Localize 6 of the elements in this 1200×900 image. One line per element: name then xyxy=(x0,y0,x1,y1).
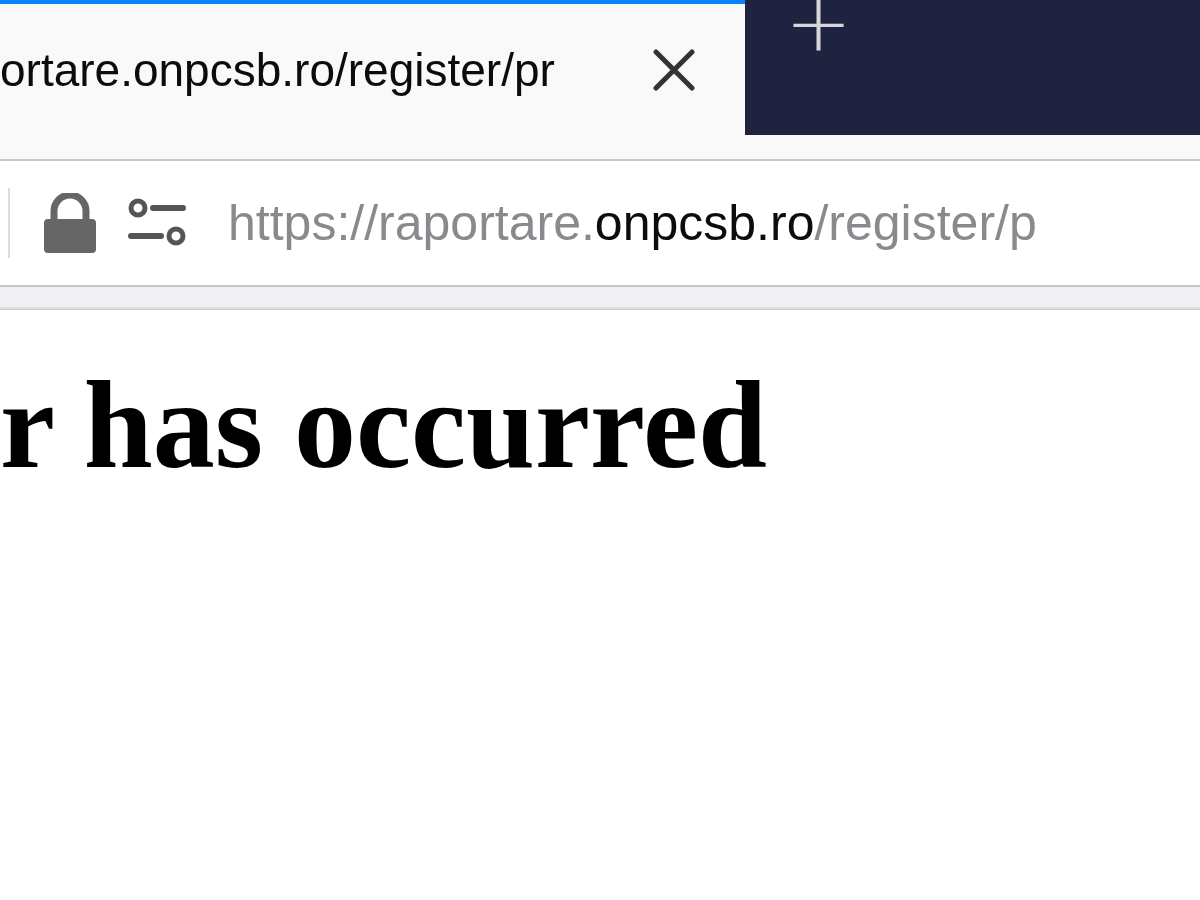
error-heading: r has occurred xyxy=(0,358,768,495)
close-icon[interactable] xyxy=(653,48,695,91)
lock-icon[interactable] xyxy=(42,193,98,253)
browser-tab[interactable]: ortare.onpcsb.ro/register/pr xyxy=(0,0,745,135)
settings-sliders-icon[interactable] xyxy=(126,198,188,248)
new-tab-button[interactable]: + xyxy=(785,0,849,56)
